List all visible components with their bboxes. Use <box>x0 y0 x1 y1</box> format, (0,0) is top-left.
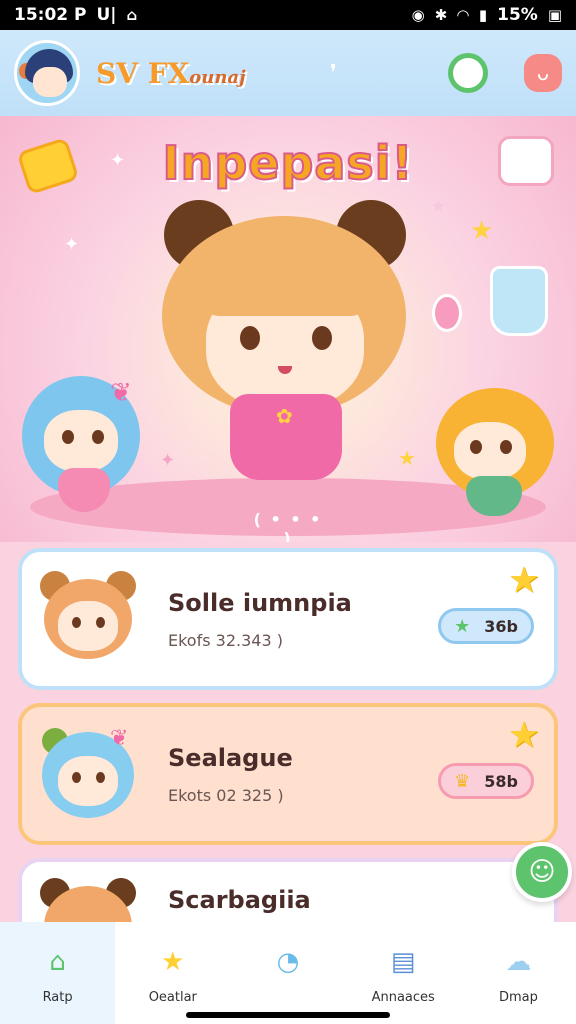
game-card[interactable]: ❦ Sealague Ekots 02 325 ) ★ ♛ 58b <box>18 703 558 845</box>
wifi-icon: ◠ <box>457 6 469 24</box>
card-avatar <box>40 571 136 667</box>
flower-icon: ✿ <box>276 404 293 428</box>
profile-button[interactable]: ᴗ <box>524 54 562 92</box>
sparkle-icon: ❜ <box>329 60 337 86</box>
nav-item-chat[interactable]: ◔ <box>230 922 345 1024</box>
bow-icon: ❦ <box>110 726 129 751</box>
smile-icon: ☺ <box>528 857 556 887</box>
bluetooth-icon: ✱ <box>434 6 448 24</box>
chat-fab-button[interactable]: ☺ <box>512 842 572 902</box>
game-card[interactable]: Solle iumnpia Ekofs 32.343 ) ★ ★ 36b <box>18 548 558 690</box>
reward-badge[interactable]: ♛ 58b <box>438 763 534 799</box>
notification-icon: ⌂ <box>126 6 138 24</box>
search-button[interactable] <box>448 53 488 93</box>
brand-logo: SV FXounaj <box>96 56 246 90</box>
crown-icon: ♛ <box>454 770 471 792</box>
status-time: 15:02 P <box>14 5 87 25</box>
hero-title: Inpepasi! <box>161 135 414 191</box>
app-header: SV FXounaj ❜ ᴗ <box>0 30 576 116</box>
card-title: Scarbagiia <box>168 886 311 914</box>
battery-icon: ▣ <box>547 6 562 24</box>
house-icon: ⌂ <box>49 947 66 977</box>
nav-item-cloud[interactable]: ☁ Dmap <box>461 922 576 1024</box>
nav-item-star[interactable]: ★ Oeatlar <box>115 922 230 1024</box>
status-carrier: U| <box>96 5 117 25</box>
cloud-icon: ☁ <box>505 947 532 977</box>
side-character-right[interactable] <box>430 378 560 528</box>
user-avatar[interactable] <box>14 40 80 106</box>
sparkle-icon: ✦ <box>64 234 80 255</box>
alarm-icon: ◉ <box>411 6 425 24</box>
main-character[interactable]: ✿ <box>150 194 420 494</box>
bow-icon: ❦ <box>110 378 132 408</box>
star-icon: ★ <box>454 615 471 637</box>
battery-percent: 15% <box>497 5 538 25</box>
hero-banner[interactable]: ✦ ★ ✦ ★ ★ ✦ Inpepasi! ✿ ❦ ( • • • ) <box>0 116 576 542</box>
face-icon: ᴗ <box>536 61 550 85</box>
bottom-nav: ⌂ Ratp ★ Oeatlar ◔ ▤ Annaaces ☁ Dmap <box>0 922 576 1024</box>
carousel-pager[interactable]: ( • • • ) <box>250 510 326 542</box>
chat-icon: ◔ <box>276 947 300 977</box>
star-icon: ★ <box>430 196 447 217</box>
card-icon: ▤ <box>390 947 416 977</box>
cup-decoration <box>490 266 548 336</box>
star-icon: ★ <box>470 216 494 246</box>
status-bar: 15:02 P U| ⌂ ◉ ✱ ◠ ▮ 15% ▣ <box>0 0 576 30</box>
nav-item-home[interactable]: ⌂ Ratp <box>0 922 116 1024</box>
side-character-left[interactable]: ❦ <box>16 372 146 522</box>
favorite-star-icon[interactable]: ★ <box>508 715 540 756</box>
nav-item-cards[interactable]: ▤ Annaaces <box>346 922 461 1024</box>
heart-balloon-decoration <box>432 294 462 332</box>
home-indicator[interactable] <box>186 1012 390 1018</box>
favorite-star-icon[interactable]: ★ <box>508 560 540 601</box>
star-icon: ★ <box>161 947 185 977</box>
card-avatar: ❦ <box>40 726 136 822</box>
reward-badge[interactable]: ★ 36b <box>438 608 534 644</box>
signal-icon: ▮ <box>478 6 488 24</box>
